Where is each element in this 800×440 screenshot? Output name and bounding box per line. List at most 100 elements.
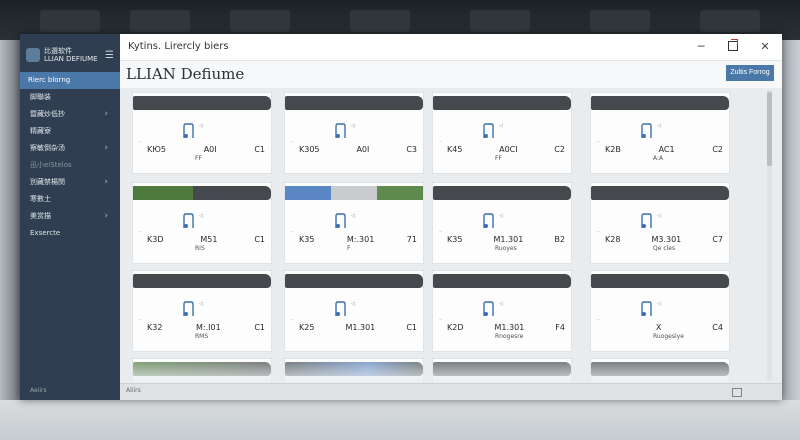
sidebar-item-0[interactable]: Rierc blorng [20,72,120,89]
document-icon [639,213,653,229]
panel-icon [732,388,742,397]
grid-fade [120,360,782,384]
primary-action-button[interactable]: Zultis Forrog [726,65,774,81]
card-label-c: B2 [554,235,565,244]
sidebar-item-label: 精藏寮 [30,127,51,135]
asset-card[interactable]: ◁ – K35 M:.301 71 F [284,182,424,264]
sidebar-item-9[interactable]: Exsercte [20,225,120,242]
sidebar-item-label: Rierc blorng [28,76,71,84]
asset-card[interactable]: ◁ – K2B AC1 C2 A:A [590,92,730,174]
card-grid: ◁ – KЮ5 A0I C1 FF ◁ – K305 A0I C3 ◁ – K45 A0CI C2 FF ◁ – K2… [120,88,782,384]
card-tick-icon: – [597,317,600,323]
card-sublabel: Rnogesre [495,333,524,340]
card-tick-icon: – [139,229,142,235]
sidebar-item-label: 暨藏炒低抄 [30,110,65,118]
sidebar-item-5[interactable]: 迅小eiStelos [20,157,120,174]
card-thumbnail [133,96,271,110]
thumbnail-color-band [377,186,423,200]
card-label-b: M51 [200,235,218,244]
card-tick-icon: – [139,317,142,323]
card-marker-icon: ◁ [499,213,503,219]
card-label-c: C2 [712,145,723,154]
card-thumbnail [433,186,571,200]
sidebar-item-label: Exsercte [30,229,61,237]
card-tick-icon: – [139,139,142,145]
document-icon [181,301,195,317]
sidebar-item-label: 美赏描 [30,212,51,220]
close-button[interactable]: ✕ [754,38,776,56]
card-marker-icon: ◁ [657,301,661,307]
background-desk [0,400,800,440]
hamburger-icon[interactable]: ☰ [105,50,114,61]
asset-card[interactable]: ◁ – K3D M51 C1 RIS [132,182,272,264]
card-sublabel: F [347,245,351,252]
card-sublabel: FF [195,155,202,162]
minimize-button[interactable]: ─ [690,38,712,56]
asset-card[interactable]: ◁ – K35 M1.301 B2 Ruoyes [432,182,572,264]
card-sublabel: Qe cles [653,245,676,252]
card-labels: K25 M1.301 C1 [299,323,417,332]
title-bar: Kytins. Lirercly biers ─ ✕ [120,34,782,61]
asset-card[interactable]: ◁ – K305 A0I C3 [284,92,424,174]
main-window: Kytins. Lirercly biers ─ ✕ LLIAN Defiume… [120,34,782,400]
sidebar-item-label: 寒數土 [30,195,51,203]
asset-card[interactable]: ◁ – K28 M3.301 C7 Qe cles [590,182,730,264]
asset-card[interactable]: ◁ – K25 M1.301 C1 [284,270,424,352]
card-label-b: A0I [356,145,370,154]
card-thumbnail [133,186,271,200]
maximize-button[interactable] [722,38,744,56]
asset-card[interactable]: ◁ – X C4 Ruogesiye [590,270,730,352]
sidebar: 比選软件 LLIAN DEFIUME ☰ Rierc blorng 脚聯装 暨藏… [20,34,120,400]
asset-card[interactable]: ◁ – K2D M1.301 F4 Rnogesre [432,270,572,352]
card-tick-icon: – [439,229,442,235]
card-label-a: K35 [299,235,315,244]
card-label-b: AC1 [658,145,675,154]
document-icon [481,213,495,229]
card-sublabel: RMS [195,333,209,340]
app-window: 比選软件 LLIAN DEFIUME ☰ Rierc blorng 脚聯装 暨藏… [20,34,782,400]
card-labels: KЮ5 A0I C1 [147,145,265,154]
asset-card[interactable]: ◁ – K45 A0CI C2 FF [432,92,572,174]
sidebar-item-3[interactable]: 精藏寮 [20,123,120,140]
card-thumbnail [285,96,423,110]
sidebar-item-label: 脚聯装 [30,93,51,101]
card-label-a: K25 [299,323,315,332]
card-tick-icon: – [291,317,294,323]
card-label-c: C1 [254,235,265,244]
brand: 比選软件 LLIAN DEFIUME ☰ [20,34,120,70]
window-title: Kytins. Lirercly biers [128,41,229,52]
sidebar-item-label: 別藏禁楊閔 [30,178,65,186]
card-marker-icon: ◁ [199,301,203,307]
card-marker-icon: ◁ [199,123,203,129]
card-labels: K2D M1.301 F4 [447,323,565,332]
card-labels: K2B AC1 C2 [605,145,723,154]
vertical-scrollbar[interactable] [767,90,772,380]
card-label-c: C1 [406,323,417,332]
document-icon [181,213,195,229]
card-marker-icon: ◁ [657,213,661,219]
maximize-icon [728,39,738,51]
sidebar-item-4[interactable]: 察敏倒杂汤 › [20,140,120,157]
asset-card[interactable]: ◁ – K32 M:.I01 C1 RMS [132,270,272,352]
sidebar-menu: Rierc blorng 脚聯装 暨藏炒低抄 › 精藏寮 察敏倒杂汤 › 迅小eiS… [20,72,120,242]
thumbnail-color-band [133,186,193,200]
card-label-c: F4 [555,323,565,332]
thumbnail-color-band [331,186,377,200]
card-thumbnail [591,274,729,288]
sidebar-item-1[interactable]: 脚聯装 [20,89,120,106]
card-labels: X C4 [605,323,723,332]
chevron-right-icon: › [104,109,108,119]
document-icon [333,213,347,229]
document-icon [639,301,653,317]
card-thumbnail [433,274,571,288]
asset-card[interactable]: ◁ – KЮ5 A0I C1 FF [132,92,272,174]
scroll-thumb[interactable] [767,92,772,166]
sidebar-item-6[interactable]: 別藏禁楊閔 › [20,174,120,191]
card-label-c: C4 [712,323,723,332]
sidebar-item-2[interactable]: 暨藏炒低抄 › [20,106,120,123]
sidebar-item-7[interactable]: 寒數土 [20,191,120,208]
card-label-a: K3D [147,235,164,244]
card-label-b: M:.301 [346,235,375,244]
card-tick-icon: – [597,229,600,235]
sidebar-item-8[interactable]: 美赏描 › [20,208,120,225]
